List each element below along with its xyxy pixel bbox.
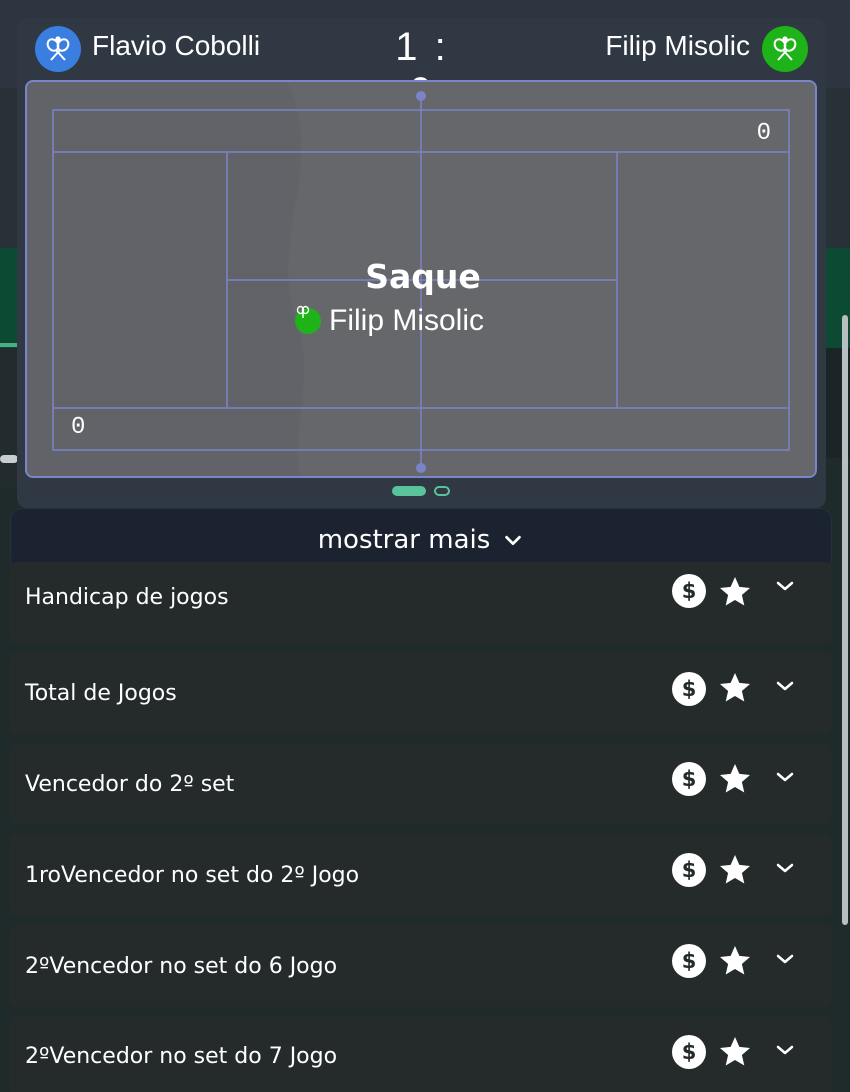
widget-pager xyxy=(392,486,450,496)
chevron-down-icon xyxy=(505,535,522,545)
page: Flavio Cobolli 1 : 0 Filip Misolic xyxy=(0,0,850,1092)
chevron-down-icon[interactable] xyxy=(773,674,797,698)
pager-dot-active[interactable] xyxy=(392,486,426,496)
star-icon[interactable] xyxy=(717,943,753,979)
star-icon[interactable] xyxy=(717,574,753,610)
cash-out-icon[interactable]: $ xyxy=(672,944,706,978)
away-player-name: Filip Misolic xyxy=(605,30,750,61)
chevron-down-icon[interactable] xyxy=(773,765,797,789)
chevron-down-icon[interactable] xyxy=(773,947,797,971)
market-row[interactable]: 1roVencedor no set do 2º Jogo $ xyxy=(9,834,832,916)
background-accent-line xyxy=(0,343,18,347)
cash-out-icon[interactable]: $ xyxy=(672,672,706,706)
background-green-strip-left xyxy=(0,248,18,348)
court-score-top: 0 xyxy=(756,120,771,147)
serve-label: Saque xyxy=(365,257,481,296)
tennis-court: 0 0 Saque Filip Misolic xyxy=(25,80,817,478)
cash-out-icon[interactable]: $ xyxy=(672,574,706,608)
tennis-rackets-icon xyxy=(46,36,70,61)
market-title: Total de Jogos xyxy=(25,680,177,706)
market-row[interactable]: Handicap de jogos $ xyxy=(9,562,832,644)
market-title: 1roVencedor no set do 2º Jogo xyxy=(25,862,360,888)
market-row[interactable]: 2ºVencedor no set do 7 Jogo $ xyxy=(9,1015,832,1092)
live-match-widget: Flavio Cobolli 1 : 0 Filip Misolic xyxy=(17,18,826,508)
star-icon[interactable] xyxy=(717,852,753,888)
home-player-name: Flavio Cobolli xyxy=(92,30,261,61)
show-more-label: mostrar mais xyxy=(317,524,491,555)
pager-dot[interactable] xyxy=(434,486,450,496)
background-strip-left xyxy=(0,348,18,488)
chevron-down-icon[interactable] xyxy=(773,1038,797,1062)
market-row[interactable]: 2ºVencedor no set do 6 Jogo $ xyxy=(9,925,832,1007)
tennis-rackets-icon xyxy=(773,36,797,61)
market-title: Vencedor do 2º set xyxy=(25,771,235,797)
market-row[interactable]: Total de Jogos $ xyxy=(9,652,832,734)
cash-out-icon[interactable]: $ xyxy=(672,762,706,796)
cash-out-icon[interactable]: $ xyxy=(672,853,706,887)
market-title: Handicap de jogos xyxy=(25,584,229,610)
home-player-avatar xyxy=(35,26,81,72)
chevron-down-icon[interactable] xyxy=(773,856,797,880)
serving-player-icon xyxy=(295,305,321,334)
court-score-bottom: 0 xyxy=(71,414,86,441)
star-icon[interactable] xyxy=(717,1034,753,1070)
serving-player-name: Filip Misolic xyxy=(329,304,485,337)
market-title: 2ºVencedor no set do 7 Jogo xyxy=(25,1043,338,1069)
cash-out-icon[interactable]: $ xyxy=(672,1035,706,1069)
serving-player: Filip Misolic xyxy=(295,304,484,338)
tennis-rackets-icon xyxy=(296,305,310,318)
chevron-down-icon[interactable] xyxy=(773,574,797,598)
market-title: 2ºVencedor no set do 6 Jogo xyxy=(25,953,338,979)
market-row[interactable]: Vencedor do 2º set $ xyxy=(9,743,832,825)
match-header: Flavio Cobolli 1 : 0 Filip Misolic xyxy=(17,18,826,114)
away-player-avatar xyxy=(762,26,808,72)
star-icon[interactable] xyxy=(717,761,753,797)
background-pill xyxy=(0,455,18,463)
star-icon[interactable] xyxy=(717,670,753,706)
scrollbar[interactable] xyxy=(842,315,848,925)
